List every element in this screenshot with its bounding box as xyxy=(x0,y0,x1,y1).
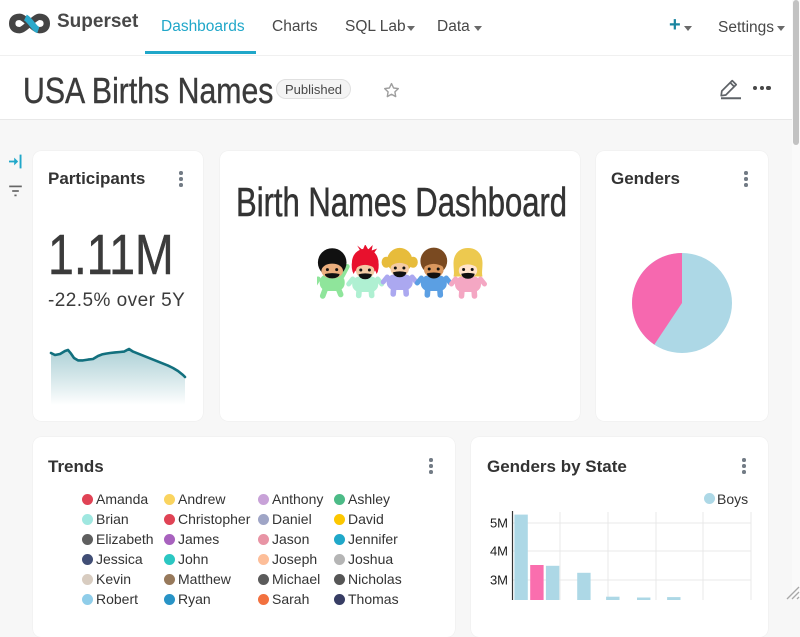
svg-text:3M: 3M xyxy=(490,573,508,588)
svg-text:5M: 5M xyxy=(490,516,508,531)
svg-text:4M: 4M xyxy=(490,544,508,559)
